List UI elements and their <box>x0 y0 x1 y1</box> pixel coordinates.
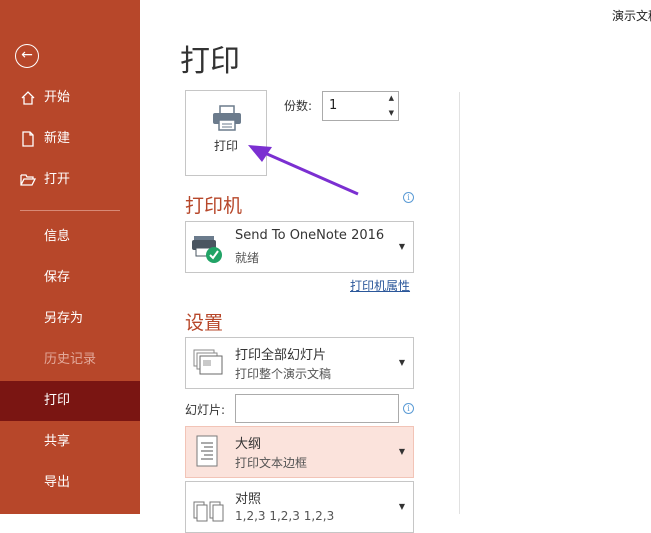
sidebar-item-share[interactable]: 共享 <box>0 422 140 462</box>
window-title: 演示文稿 <box>612 9 651 23</box>
slides-input[interactable] <box>235 394 399 423</box>
info-icon[interactable]: i <box>403 192 414 203</box>
back-arrow-icon[interactable]: ← <box>15 44 39 68</box>
backstage-sidebar: ← 开始 新建 打开 信息 保存 另存为 历史记录 打印 共享 导出 <box>0 0 140 514</box>
collate-subtitle: 1,2,3 1,2,3 1,2,3 <box>235 509 335 523</box>
chevron-down-icon: ▼ <box>398 242 405 251</box>
copies-label: 份数: <box>284 99 313 113</box>
copies-value: 1 <box>329 98 338 113</box>
slides-label: 幻灯片: <box>185 403 226 417</box>
sidebar-item-open[interactable]: 打开 <box>0 160 140 200</box>
annotation-arrow-icon <box>248 145 359 196</box>
sidebar-item-label: 信息 <box>44 229 71 244</box>
sidebar-item-info[interactable]: 信息 <box>0 217 140 257</box>
sidebar-item-save-as[interactable]: 另存为 <box>0 299 140 339</box>
print-layout-title: 大纲 <box>235 437 262 452</box>
spin-down-icon[interactable]: ▼ <box>389 109 394 117</box>
sidebar-item-label: 导出 <box>44 475 71 490</box>
sidebar-item-label: 打印 <box>44 393 71 408</box>
chevron-down-icon: ▼ <box>398 502 405 511</box>
print-range-subtitle: 打印整个演示文稿 <box>235 367 332 381</box>
spin-up-icon[interactable]: ▲ <box>389 94 394 102</box>
sidebar-item-save[interactable]: 保存 <box>0 258 140 298</box>
sidebar-item-label: 开始 <box>44 90 71 105</box>
collate-icon <box>193 501 224 522</box>
sidebar-item-label: 历史记录 <box>44 352 97 367</box>
sidebar-item-label: 打开 <box>44 172 71 187</box>
info-icon[interactable]: i <box>403 403 414 414</box>
print-range-select[interactable]: 打印全部幻灯片 打印整个演示文稿 ▼ <box>185 337 414 389</box>
printer-properties-link[interactable]: 打印机属性 <box>350 277 410 294</box>
printer-status: 就绪 <box>235 251 260 265</box>
printer-icon <box>213 105 241 131</box>
slides-stack-icon <box>193 349 223 375</box>
chevron-down-icon: ▼ <box>398 447 405 456</box>
sidebar-item-print[interactable]: 打印 <box>0 381 140 421</box>
open-folder-icon <box>20 174 36 186</box>
sidebar-item-label: 共享 <box>44 434 71 449</box>
new-file-icon <box>22 131 34 147</box>
sidebar-item-label: 保存 <box>44 270 71 285</box>
print-layout-select[interactable]: 大纲 打印文本边框 ▼ <box>185 426 414 478</box>
panel-separator <box>459 92 460 514</box>
sidebar-item-export[interactable]: 导出 <box>0 463 140 503</box>
sidebar-item-history: 历史记录 <box>0 340 140 380</box>
sidebar-divider <box>20 210 120 211</box>
settings-heading: 设置 <box>185 312 224 334</box>
home-icon <box>21 91 35 105</box>
collate-title: 对照 <box>235 492 262 507</box>
chevron-down-icon: ▼ <box>398 358 405 367</box>
collate-select[interactable]: 对照 1,2,3 1,2,3 1,2,3 ▼ <box>185 481 414 533</box>
outline-page-icon <box>196 435 218 467</box>
printer-name: Send To OneNote 2016 <box>235 228 385 243</box>
sidebar-item-label: 新建 <box>44 131 71 146</box>
printer-select[interactable]: Send To OneNote 2016 就绪 ▼ <box>185 221 414 273</box>
sidebar-item-label: 另存为 <box>44 311 84 326</box>
onenote-printer-icon <box>192 236 222 263</box>
print-layout-subtitle: 打印文本边框 <box>235 456 308 470</box>
copies-stepper[interactable]: 1 ▲ ▼ <box>322 91 399 121</box>
sidebar-item-home[interactable]: 开始 <box>0 78 140 118</box>
printer-heading: 打印机 <box>185 195 243 217</box>
sidebar-item-new[interactable]: 新建 <box>0 119 140 159</box>
print-range-title: 打印全部幻灯片 <box>235 348 327 363</box>
page-title: 打印 <box>180 44 240 79</box>
